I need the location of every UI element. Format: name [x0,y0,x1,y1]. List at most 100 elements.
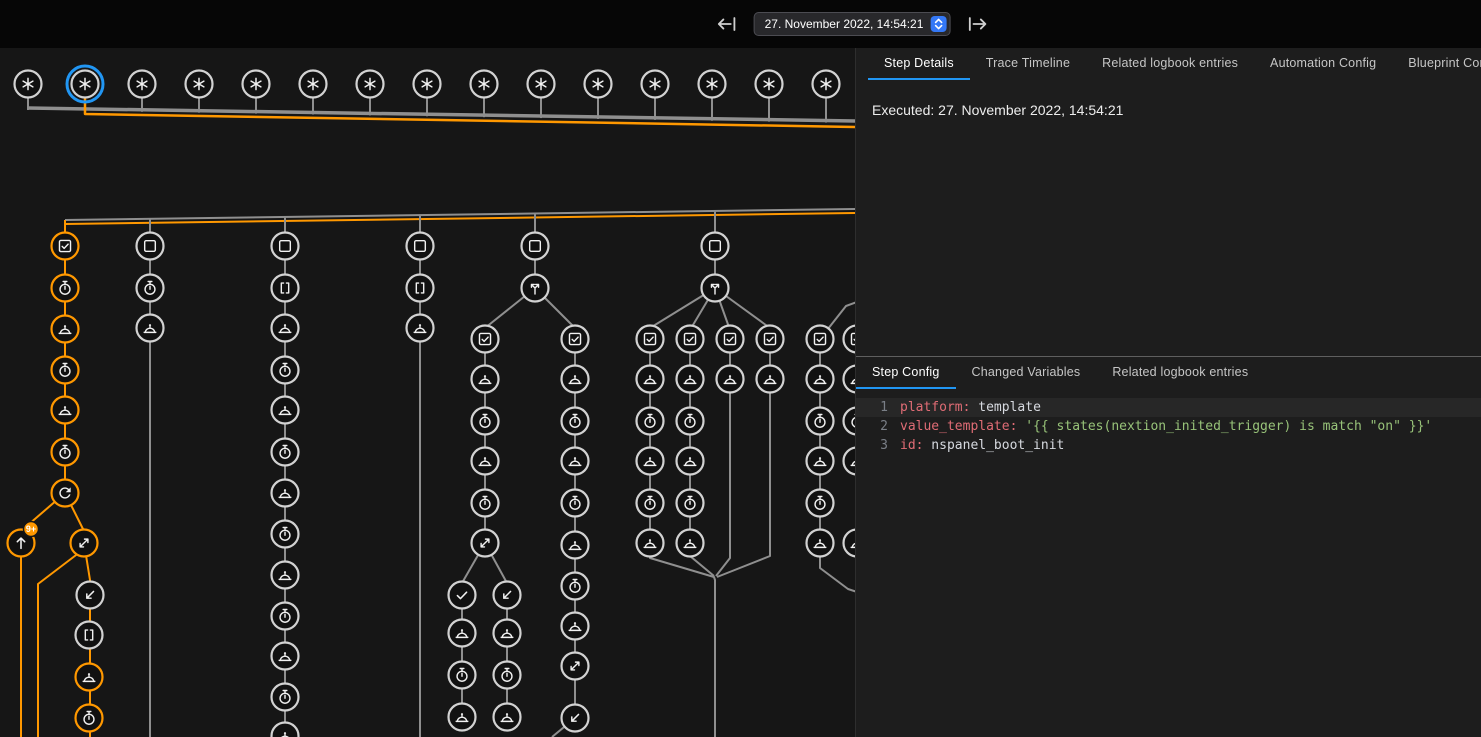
graph-node-bell-icon[interactable] [677,448,704,475]
run-selector[interactable]: 27. November 2022, 14:54:21 [754,12,951,36]
trace-graph[interactable]: 9+ [0,0,855,737]
graph-node-bell-icon[interactable] [844,530,856,557]
tab-step-config[interactable]: Step Config [856,357,956,389]
graph-node-bell-icon[interactable] [76,664,103,691]
graph-node-timer-icon[interactable] [472,408,499,435]
graph-node-square-icon[interactable] [137,233,164,260]
graph-node-bell-icon[interactable] [562,613,589,640]
graph-node-bell-icon[interactable] [52,316,79,343]
graph-node-split-icon[interactable] [522,275,549,302]
graph-node-asterisk-icon[interactable] [813,71,840,98]
tab-automation-config[interactable]: Automation Config [1254,48,1392,80]
graph-node-check-square-icon[interactable] [562,326,589,353]
graph-node-timer-icon[interactable] [562,573,589,600]
graph-node-asterisk-icon[interactable] [414,71,441,98]
graph-node-bell-icon[interactable] [717,366,744,393]
graph-node-bell-icon[interactable] [472,448,499,475]
graph-node-timer-icon[interactable] [76,705,103,732]
graph-node-asterisk-icon[interactable] [471,71,498,98]
graph-node-asterisk-icon[interactable] [756,71,783,98]
graph-node-bell-icon[interactable] [472,366,499,393]
graph-node-timer-icon[interactable] [844,408,856,435]
graph-node-bell-icon[interactable] [52,397,79,424]
graph-node-bell-icon[interactable] [844,448,856,475]
graph-node-bell-icon[interactable] [272,397,299,424]
graph-node-brackets-icon[interactable] [407,275,434,302]
graph-node-diag-arrows-icon[interactable] [562,653,589,680]
graph-node-asterisk-icon[interactable] [129,71,156,98]
graph-node-timer-icon[interactable] [494,662,521,689]
graph-node-timer-icon[interactable] [472,490,499,517]
graph-node-bell-icon[interactable] [449,620,476,647]
graph-node-repeat-icon[interactable] [52,480,79,507]
graph-node-bell-icon[interactable] [562,448,589,475]
graph-node-bell-icon[interactable] [637,366,664,393]
graph-node-bell-icon[interactable] [272,723,299,737]
graph-node-timer-icon[interactable] [137,275,164,302]
graph-node-bell-icon[interactable] [272,643,299,670]
graph-node-bell-icon[interactable] [844,366,856,393]
graph-node-timer-icon[interactable] [677,408,704,435]
graph-node-asterisk-icon[interactable] [186,71,213,98]
graph-node-bell-icon[interactable] [494,704,521,731]
graph-node-timer-icon[interactable] [272,521,299,548]
graph-node-bell-icon[interactable] [272,562,299,589]
graph-node-timer-icon[interactable] [562,408,589,435]
graph-node-check-square-icon[interactable] [472,326,499,353]
graph-node-bell-icon[interactable] [137,315,164,342]
graph-node-diag-arrows-icon[interactable] [71,530,98,557]
graph-node-check-square-icon[interactable] [637,326,664,353]
graph-node-timer-icon[interactable] [52,439,79,466]
graph-node-timer-icon[interactable] [807,408,834,435]
graph-node-asterisk-icon[interactable] [699,71,726,98]
graph-node-square-icon[interactable] [522,233,549,260]
graph-node-bell-icon[interactable] [562,366,589,393]
graph-node-arrow-down-left-icon[interactable] [77,582,104,609]
graph-node-asterisk-icon[interactable] [642,71,669,98]
graph-node-timer-icon[interactable] [637,408,664,435]
graph-node-timer-icon[interactable] [272,439,299,466]
graph-node-bell-icon[interactable] [807,530,834,557]
graph-node-asterisk-icon[interactable] [67,66,103,102]
graph-node-timer-icon[interactable] [449,662,476,689]
tab-related-logbook-entries[interactable]: Related logbook entries [1096,357,1264,389]
graph-node-check-icon[interactable] [449,582,476,609]
graph-node-diag-arrows-icon[interactable] [472,530,499,557]
graph-node-check-square-icon[interactable] [807,326,834,353]
graph-node-bell-icon[interactable] [677,366,704,393]
graph-node-asterisk-icon[interactable] [243,71,270,98]
graph-node-arrow-up-with-badge[interactable]: 9+ [8,522,39,557]
graph-node-asterisk-icon[interactable] [300,71,327,98]
tab-step-details[interactable]: Step Details [868,48,970,80]
graph-node-bell-icon[interactable] [807,366,834,393]
graph-node-check-square-icon[interactable] [677,326,704,353]
graph-node-asterisk-icon[interactable] [585,71,612,98]
graph-node-check-square-icon[interactable] [717,326,744,353]
graph-node-bell-icon[interactable] [272,315,299,342]
graph-node-square-icon[interactable] [272,233,299,260]
graph-node-split-icon[interactable] [702,275,729,302]
graph-node-bell-icon[interactable] [677,530,704,557]
next-run-button[interactable] [964,11,990,37]
graph-node-bell-icon[interactable] [494,620,521,647]
graph-node-timer-icon[interactable] [52,275,79,302]
graph-node-timer-icon[interactable] [52,357,79,384]
graph-node-square-icon[interactable] [407,233,434,260]
graph-node-timer-icon[interactable] [272,603,299,630]
tab-trace-timeline[interactable]: Trace Timeline [970,48,1086,80]
graph-node-bell-icon[interactable] [407,315,434,342]
graph-node-timer-icon[interactable] [807,490,834,517]
graph-node-bell-icon[interactable] [272,480,299,507]
tab-changed-variables[interactable]: Changed Variables [956,357,1097,389]
graph-node-timer-icon[interactable] [272,357,299,384]
graph-node-asterisk-icon[interactable] [15,71,42,98]
graph-node-timer-icon[interactable] [637,490,664,517]
graph-node-square-icon[interactable] [702,233,729,260]
graph-node-check-square-icon[interactable] [757,326,784,353]
graph-node-bell-icon[interactable] [757,366,784,393]
graph-node-arrow-down-left-icon[interactable] [494,582,521,609]
graph-node-check-square-icon[interactable] [844,326,856,353]
graph-node-bell-icon[interactable] [637,530,664,557]
graph-node-asterisk-icon[interactable] [357,71,384,98]
graph-node-brackets-icon[interactable] [272,275,299,302]
